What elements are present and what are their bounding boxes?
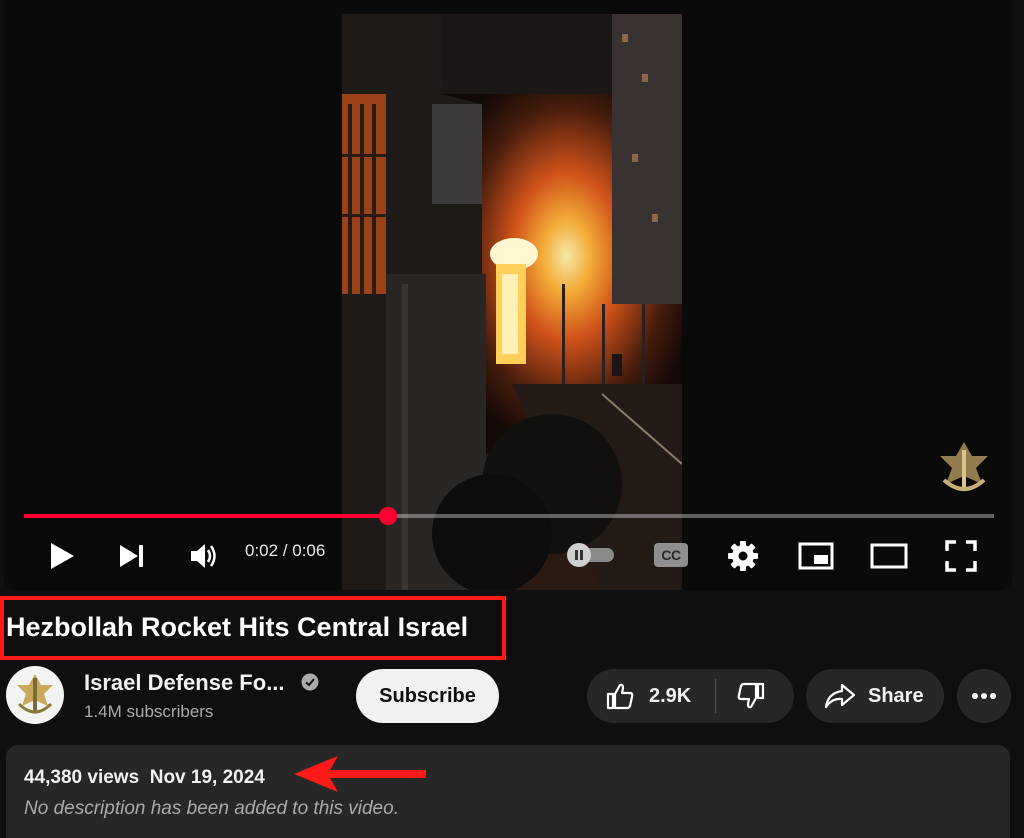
settings-gear-icon [728,541,758,571]
description-box[interactable] [6,745,1010,838]
description-text: No description has been added to this vi… [24,798,399,819]
video-scene [342,14,682,590]
verified-badge-icon [301,673,319,691]
captions-icon: CC [654,543,688,567]
annotation-arrow-icon [294,756,426,792]
miniplayer-icon [798,542,834,570]
volume-icon [191,544,216,568]
theater-mode-icon [870,543,908,569]
idf-emblem-icon [17,674,53,714]
play-button[interactable] [42,536,82,576]
subscribe-button[interactable]: Subscribe [356,669,499,723]
theater-mode-button[interactable] [866,536,912,576]
share-button[interactable]: Share [806,669,944,723]
channel-name[interactable]: Israel Defense Fo... [84,670,285,696]
like-button[interactable]: 2.9K [587,669,715,723]
video-player[interactable]: 0:02 / 0:06 CC [4,0,1012,590]
view-count: 44,380 views [24,767,140,788]
autoplay-toggle[interactable] [564,540,618,570]
fullscreen-button[interactable] [940,536,982,576]
progress-bar[interactable] [24,507,994,525]
more-actions-button[interactable] [957,669,1011,723]
time-display: 0:02 / 0:06 [245,541,326,560]
thumbs-up-icon [606,683,634,710]
play-icon [51,543,74,569]
channel-avatar[interactable] [6,666,64,724]
dislike-button[interactable] [716,669,786,723]
progress-scrubber[interactable] [378,507,397,525]
subscriber-count: 1.4M subscribers [84,702,214,721]
share-label: Share [868,684,924,707]
thumbs-down-icon [737,682,765,709]
miniplayer-button[interactable] [794,536,838,576]
captions-button[interactable]: CC [649,538,693,572]
view-count-and-date: 44,380 views Nov 19, 2024 [24,767,265,789]
like-count: 2.9K [649,684,692,707]
captions-label: CC [661,547,681,563]
autoplay-toggle-icon [567,543,614,567]
progress-fill [24,514,388,518]
share-icon [824,683,856,709]
next-button[interactable] [112,536,152,576]
next-icon [120,545,143,567]
volume-button[interactable] [182,536,226,576]
video-title: Hezbollah Rocket Hits Central Israel [6,612,469,642]
settings-button[interactable] [722,536,764,576]
like-dislike-group: 2.9K [587,669,794,723]
more-horizontal-icon [972,693,996,699]
idf-logo-watermark [940,442,988,491]
fullscreen-icon [945,540,977,572]
video-frame[interactable] [342,14,682,590]
publish-date: Nov 19, 2024 [149,767,265,788]
